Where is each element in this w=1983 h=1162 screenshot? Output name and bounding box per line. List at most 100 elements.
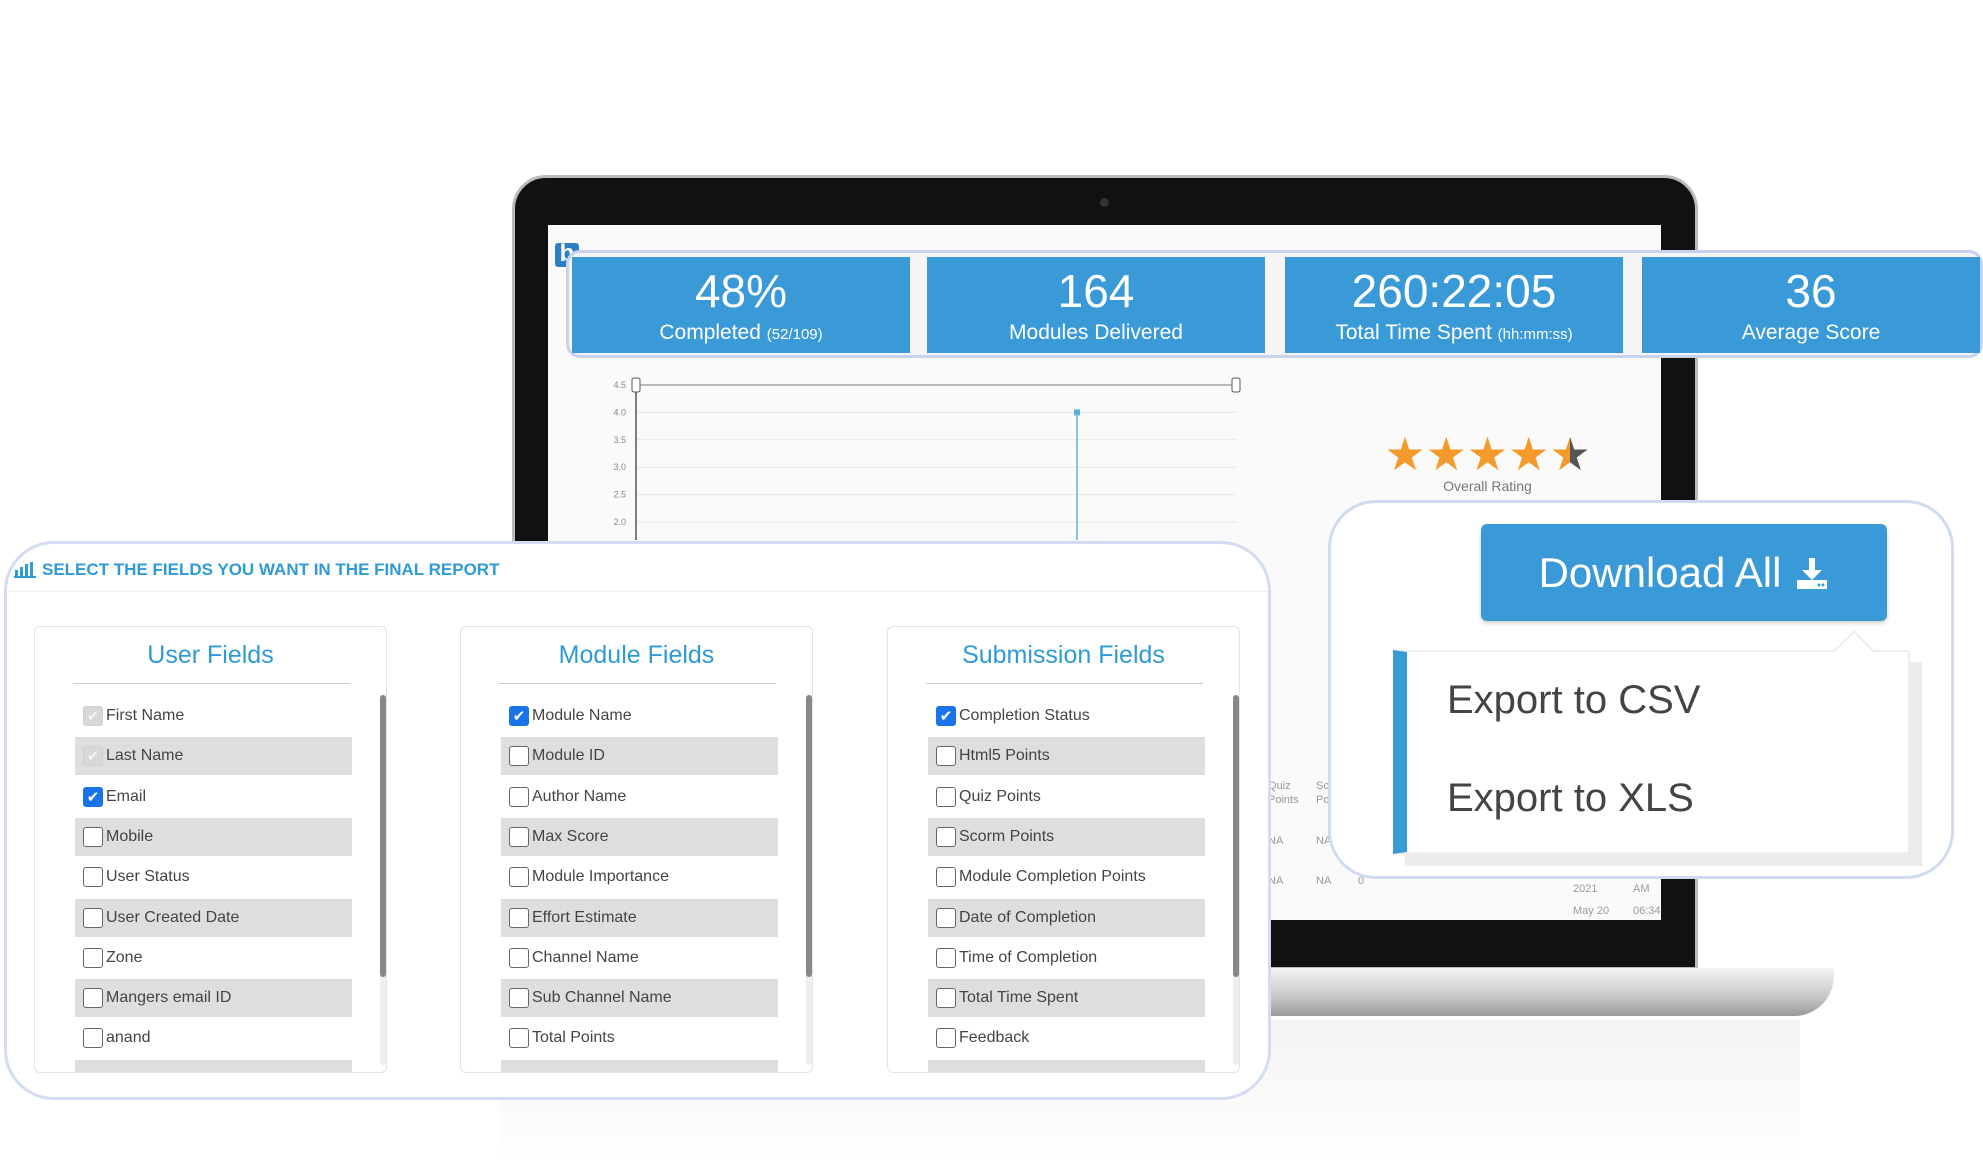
y-tick-label: 2.0 [613, 517, 626, 527]
field-option[interactable]: ✔ Module Name [501, 697, 778, 735]
checkbox[interactable] [936, 907, 956, 928]
field-option[interactable]: Mangers email ID [75, 979, 352, 1018]
scrollbar-thumb[interactable] [806, 695, 812, 977]
export-csv-item[interactable]: Export to CSV [1447, 678, 1700, 723]
field-option[interactable]: Module Completion Points [928, 858, 1205, 896]
star-icon: ★ [1549, 428, 1591, 480]
checkbox[interactable] [936, 1028, 956, 1049]
field-option[interactable]: Module Importance [501, 858, 778, 896]
star-rating: ★★★★★ [1370, 430, 1605, 478]
divider [499, 683, 776, 684]
field-label: Total Points [532, 1029, 615, 1047]
star-icon: ★ [1466, 428, 1509, 480]
field-option[interactable]: Channel Name [501, 939, 778, 977]
scrollbar-thumb[interactable] [1233, 695, 1239, 977]
checkbox[interactable]: ✔ [936, 706, 956, 726]
checkbox[interactable] [83, 988, 103, 1009]
field-label: Zone [106, 948, 143, 966]
checkbox[interactable] [83, 826, 103, 847]
checkbox[interactable] [83, 947, 103, 968]
checkbox[interactable] [936, 826, 956, 847]
table-header: Sc [1316, 780, 1329, 792]
table-cell: 06:34 [1633, 905, 1661, 917]
field-option[interactable]: Effort Estimate [501, 898, 778, 937]
checkbox[interactable]: ✔ [83, 786, 103, 807]
field-option[interactable]: Total Points [501, 1019, 778, 1057]
field-label: Sub Channel Name [532, 989, 672, 1007]
webcam [1100, 198, 1109, 207]
field-option[interactable]: anand [75, 1019, 352, 1057]
field-label: Scorm Points [959, 827, 1055, 845]
checkbox[interactable] [936, 867, 956, 888]
divider [8, 591, 1268, 592]
checkbox[interactable] [509, 907, 529, 928]
checkbox[interactable]: ✔ [509, 706, 529, 726]
field-label: Module Importance [532, 868, 669, 886]
column-title: Submission Fields [962, 641, 1165, 669]
y-tick-label: 2.5 [613, 490, 626, 500]
checkbox[interactable] [936, 988, 956, 1009]
checkbox[interactable] [936, 947, 956, 968]
stat-value: 36 [1785, 265, 1837, 317]
download-all-button[interactable]: Download All [1481, 524, 1887, 621]
checkbox[interactable] [83, 867, 103, 888]
field-option[interactable]: Mobile [75, 817, 352, 856]
download-icon [1797, 557, 1828, 589]
field-option[interactable]: ✔ First Name [75, 697, 352, 735]
rating-label: Overall Rating [1443, 478, 1532, 494]
checkbox[interactable] [509, 786, 529, 807]
field-option[interactable]: Date of Completion [928, 898, 1205, 937]
star-icon: ★ [1425, 428, 1467, 480]
field-option[interactable]: ✔ Completion Status [928, 697, 1205, 735]
checkbox[interactable] [509, 867, 529, 888]
checkbox[interactable] [509, 947, 529, 968]
checkbox[interactable] [509, 988, 529, 1009]
field-option [928, 1059, 1205, 1072]
field-option[interactable]: Scorm Points [928, 817, 1205, 856]
stat-label-text: Modules Delivered [1009, 321, 1183, 344]
stat-label: Average Score [1642, 321, 1980, 345]
checkbox[interactable]: ✔ [83, 706, 103, 726]
checkbox[interactable] [83, 1028, 103, 1049]
field-option[interactable]: Module ID [501, 737, 778, 776]
stat-tile: 36 Average Score [1642, 257, 1980, 353]
checkbox[interactable] [509, 826, 529, 847]
export-xls-item[interactable]: Export to XLS [1447, 776, 1694, 821]
field-option[interactable]: User Created Date [75, 898, 352, 937]
scrollbar[interactable] [380, 695, 386, 1065]
field-option[interactable]: Sub Channel Name [501, 979, 778, 1018]
column-title: User Fields [147, 641, 274, 669]
field-option[interactable]: ✔ Email [75, 778, 352, 816]
field-label: Module Name [532, 707, 632, 724]
divider [926, 683, 1203, 684]
field-label: Quiz Points [959, 787, 1041, 805]
checkbox[interactable] [509, 746, 529, 767]
scrollbar[interactable] [806, 695, 812, 1065]
field-option[interactable]: Max Score [501, 817, 778, 856]
checkbox[interactable] [936, 786, 956, 807]
scrollbar-thumb[interactable] [380, 695, 386, 977]
field-option[interactable]: Total Time Spent [928, 979, 1205, 1018]
panel-title: SELECT THE FIELDS YOU WANT IN THE FINAL … [14, 560, 499, 580]
field-option[interactable]: Zone [75, 939, 352, 977]
data-point [1074, 409, 1080, 416]
field-option[interactable]: Html5 Points [928, 737, 1205, 776]
stat-tile: 164 Modules Delivered [927, 257, 1265, 353]
scrollbar[interactable] [1233, 695, 1239, 1065]
field-option[interactable]: Quiz Points [928, 778, 1205, 816]
star-icon: ★ [1508, 428, 1550, 480]
field-option[interactable]: Author Name [501, 778, 778, 816]
checkbox[interactable] [509, 1028, 529, 1049]
field-label: Feedback [959, 1029, 1030, 1047]
checkbox[interactable] [83, 907, 103, 928]
field-label: User Created Date [106, 908, 240, 926]
field-label: Module ID [532, 747, 605, 765]
checkbox[interactable] [936, 746, 956, 767]
y-tick-label: 3.5 [613, 435, 626, 445]
field-option[interactable]: ✔ Last Name [75, 737, 352, 776]
field-option[interactable]: Time of Completion [928, 939, 1205, 977]
field-option[interactable]: Feedback [928, 1019, 1205, 1057]
overall-rating: ★★★★★ Overall Rating [1370, 430, 1605, 494]
field-option[interactable]: User Status [75, 858, 352, 896]
checkbox[interactable]: ✔ [83, 746, 103, 767]
